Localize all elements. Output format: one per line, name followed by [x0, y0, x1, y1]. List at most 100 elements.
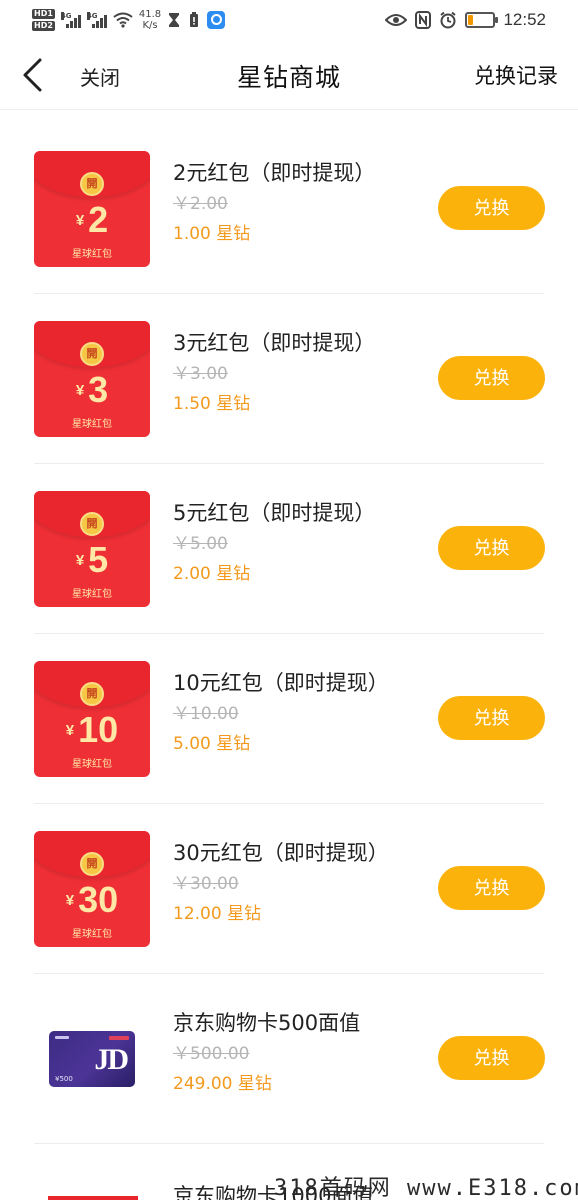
hourglass-icon	[169, 13, 180, 27]
yen-symbol: ¥	[65, 721, 75, 739]
envelope-amount: ¥5	[34, 539, 150, 581]
item-name: 10元红包（即时提现）	[173, 671, 389, 695]
search-app-icon	[207, 11, 226, 29]
item-name: 3元红包（即时提现）	[173, 331, 376, 355]
envelope-seal-icon: 開	[80, 172, 104, 196]
battery-level	[468, 15, 474, 25]
amount-number: 5	[88, 539, 109, 580]
signal-1-icon: 4G	[60, 12, 81, 28]
net-type-1: 4G	[60, 12, 72, 20]
status-left: HD1 HD2 4G 4G 41.8 K/s	[32, 4, 226, 36]
star-diamond-price: 249.00 星钻	[173, 1074, 272, 1094]
nfc-icon	[415, 11, 432, 29]
star-diamond-price: 12.00 星钻	[173, 904, 262, 924]
exchange-button[interactable]: 兑换	[438, 526, 545, 570]
envelope-amount: ¥2	[34, 199, 150, 241]
nav-bar: 关闭 星钻商城 兑换记录	[0, 40, 578, 110]
hd1-icon: HD1	[32, 9, 55, 19]
speed-value: 41.8	[138, 9, 162, 20]
star-diamond-price: 1.50 星钻	[173, 394, 251, 414]
list-item[interactable]: JD ¥500 京东购物卡500面值 ￥500.00 249.00 星钻 兑换	[0, 974, 578, 1144]
alert-battery-icon	[190, 12, 199, 27]
envelope-seal-icon: 開	[80, 342, 104, 366]
status-right: 12:52	[385, 4, 546, 36]
exchange-button[interactable]: 兑换	[438, 866, 545, 910]
envelope-seal-icon: 開	[80, 512, 104, 536]
jd-logo: JD	[94, 1043, 129, 1076]
envelope-caption: 星球红包	[72, 589, 112, 600]
original-price: ￥2.00	[173, 194, 228, 214]
exchange-button[interactable]: 兑换	[438, 1036, 545, 1080]
star-diamond-price: 1.00 星钻	[173, 224, 251, 244]
red-envelope-image: 開 ¥10 星球红包	[34, 661, 150, 777]
speed-unit: K/s	[142, 20, 158, 31]
jd-card-thumbnail: JD ¥500	[34, 1001, 150, 1117]
jd-card-image: JD ¥500	[49, 1031, 135, 1087]
yen-symbol: ¥	[75, 211, 85, 229]
list-item[interactable]: 開 ¥30 星球红包 30元红包（即时提现） ￥30.00 12.00 星钻 兑…	[0, 804, 578, 974]
clock: 12:52	[503, 10, 546, 29]
card-value: ¥500	[55, 1075, 73, 1083]
star-diamond-price: 5.00 星钻	[173, 734, 251, 754]
exchange-button[interactable]: 兑换	[438, 696, 545, 740]
alarm-icon	[440, 11, 457, 29]
amount-number: 30	[78, 879, 119, 920]
item-name: 京东购物卡500面值	[173, 1011, 361, 1035]
envelope-amount: ¥30	[34, 879, 150, 921]
envelope-amount: ¥3	[34, 369, 150, 411]
item-info: 2元红包（即时提现） ￥2.00 1.00 星钻	[173, 160, 375, 244]
envelope-caption: 星球红包	[72, 929, 112, 940]
original-price: ￥5.00	[173, 534, 228, 554]
net-type-2: 4G	[86, 12, 98, 20]
item-name: 2元红包（即时提现）	[173, 161, 376, 185]
red-envelope-thumbnail: 開 ¥2 星球红包	[34, 151, 150, 267]
item-info: 30元红包（即时提现） ￥30.00 12.00 星钻	[173, 840, 389, 924]
yen-symbol: ¥	[75, 381, 85, 399]
eye-icon	[385, 14, 408, 26]
wifi-icon	[113, 12, 133, 28]
original-price: ￥3.00	[173, 364, 228, 384]
status-bar: HD1 HD2 4G 4G 41.8 K/s 12:52	[0, 0, 578, 40]
envelope-caption: 星球红包	[72, 249, 112, 260]
partial-thumbnail	[48, 1196, 138, 1200]
red-envelope-thumbnail: 開 ¥30 星球红包	[34, 831, 150, 947]
product-list: 開 ¥2 星球红包 2元红包（即时提现） ￥2.00 1.00 星钻 兑换 開 …	[0, 124, 578, 1144]
exchange-button[interactable]: 兑换	[438, 356, 545, 400]
amount-number: 2	[88, 199, 109, 240]
red-envelope-image: 開 ¥5 星球红包	[34, 491, 150, 607]
yen-symbol: ¥	[75, 551, 85, 569]
original-price: ￥500.00	[173, 1044, 250, 1064]
envelope-seal-icon: 開	[80, 682, 104, 706]
item-info: 3元红包（即时提现） ￥3.00 1.50 星钻	[173, 330, 375, 414]
star-diamond-price: 2.00 星钻	[173, 564, 251, 584]
yen-symbol: ¥	[65, 891, 75, 909]
amount-number: 3	[88, 369, 109, 410]
list-item[interactable]: 開 ¥3 星球红包 3元红包（即时提现） ￥3.00 1.50 星钻 兑换	[0, 294, 578, 464]
red-envelope-image: 開 ¥3 星球红包	[34, 321, 150, 437]
watermark: 318首码网 www.E318.com	[274, 1176, 578, 1200]
envelope-caption: 星球红包	[72, 419, 112, 430]
red-envelope-thumbnail: 開 ¥3 星球红包	[34, 321, 150, 437]
battery-icon	[465, 12, 499, 28]
exchange-record-link[interactable]: 兑换记录	[474, 60, 558, 90]
item-name: 5元红包（即时提现）	[173, 501, 376, 525]
red-envelope-image: 開 ¥30 星球红包	[34, 831, 150, 947]
list-item[interactable]: 開 ¥5 星球红包 5元红包（即时提现） ￥5.00 2.00 星钻 兑换	[0, 464, 578, 634]
item-info: 京东购物卡500面值 ￥500.00 249.00 星钻	[173, 1010, 360, 1094]
exchange-button[interactable]: 兑换	[438, 186, 545, 230]
envelope-amount: ¥10	[34, 709, 150, 751]
item-info: 10元红包（即时提现） ￥10.00 5.00 星钻	[173, 670, 389, 754]
envelope-caption: 星球红包	[72, 759, 112, 770]
hd2-icon: HD2	[32, 21, 55, 31]
list-item[interactable]: 開 ¥10 星球红包 10元红包（即时提现） ￥10.00 5.00 星钻 兑换	[0, 634, 578, 804]
red-envelope-thumbnail: 開 ¥10 星球红包	[34, 661, 150, 777]
amount-number: 10	[78, 709, 119, 750]
network-speed: 41.8 K/s	[139, 9, 161, 31]
envelope-seal-icon: 開	[80, 852, 104, 876]
list-item[interactable]: 開 ¥2 星球红包 2元红包（即时提现） ￥2.00 1.00 星钻 兑换	[0, 124, 578, 294]
hd-icons: HD1 HD2	[32, 9, 55, 31]
original-price: ￥30.00	[173, 874, 239, 894]
original-price: ￥10.00	[173, 704, 239, 724]
red-envelope-thumbnail: 開 ¥5 星球红包	[34, 491, 150, 607]
red-envelope-image: 開 ¥2 星球红包	[34, 151, 150, 267]
